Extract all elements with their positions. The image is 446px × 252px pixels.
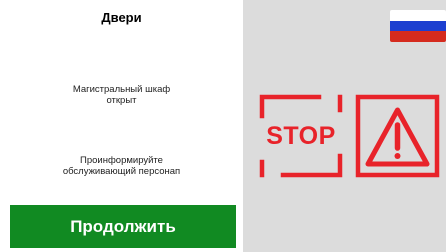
stop-sign-icon: STOP	[259, 94, 343, 178]
screen: Двери Магистральный шкаф открыт Проинфор…	[0, 0, 446, 252]
message-line: Проинформируйте	[80, 155, 163, 166]
message-line: Магистральный шкаф	[72, 84, 171, 95]
stop-label: STOP	[266, 121, 336, 150]
warning-frame-icon	[355, 94, 440, 178]
page-title: Двери	[101, 10, 142, 25]
message-line: открыт	[106, 95, 137, 106]
message-panel: Двери Магистральный шкаф открыт Проинфор…	[0, 0, 243, 252]
flag-stripe-red	[390, 31, 446, 42]
inform-staff-message: Проинформируйте обслуживающий персонап	[0, 155, 243, 177]
flag-stripe-white	[390, 10, 446, 21]
russian-flag-icon[interactable]	[390, 10, 446, 42]
cabinet-open-message: Магистральный шкаф открыт	[0, 84, 243, 106]
continue-button[interactable]: Продолжить	[10, 205, 236, 248]
flag-stripe-blue	[390, 20, 446, 32]
alert-panel: STOP	[243, 0, 446, 252]
exclamation-triangle-icon	[355, 94, 440, 178]
message-line: обслуживающий персонап	[62, 166, 181, 177]
